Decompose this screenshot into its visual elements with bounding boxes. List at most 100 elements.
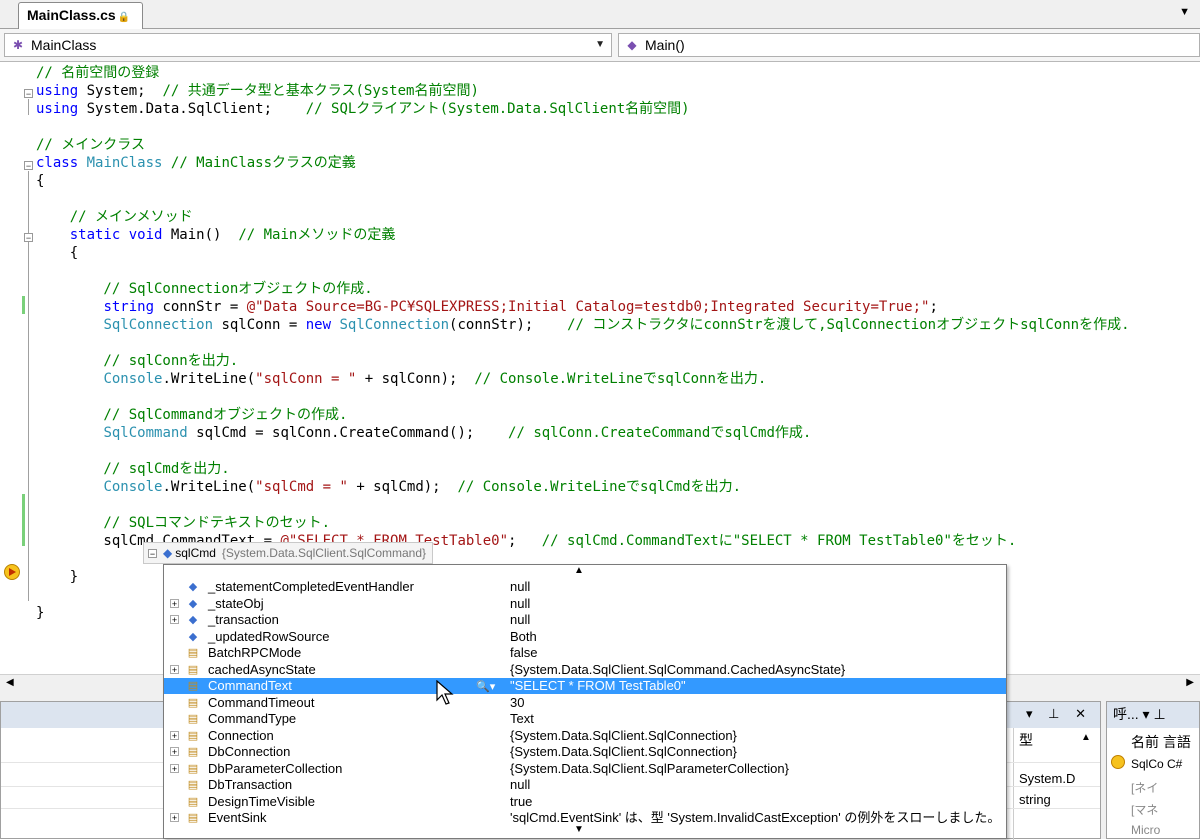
expand-icon[interactable]: + — [170, 813, 179, 823]
code-line[interactable]: SqlConnection sqlConn = new SqlConnectio… — [36, 316, 1129, 334]
code-line[interactable]: // SqlCommandオブジェクトの作成. — [36, 406, 347, 424]
stack-frame[interactable]: [ネイ — [1131, 779, 1158, 796]
change-bar — [22, 494, 25, 546]
member-row[interactable]: + ▤ cachedAsyncState {System.Data.SqlClient… — [164, 662, 1006, 678]
datatip[interactable]: − ◆ sqlCmd {System.Data.SqlClient.SqlComman… — [143, 542, 434, 564]
code-token: // sqlConn.CreateCommandでsqlCmd作成. — [508, 425, 812, 441]
name-column-header[interactable]: 名前 言語 — [1131, 732, 1191, 752]
member-row[interactable]: ▤ DbTransaction null — [164, 777, 1006, 793]
expand-icon[interactable]: + — [170, 598, 179, 608]
code-token: ; — [508, 533, 542, 549]
member-value[interactable]: Text — [510, 711, 534, 727]
member-row[interactable]: ▤ CommandType Text — [164, 711, 1006, 727]
code-line[interactable]: // 名前空間の登録 — [36, 64, 159, 82]
code-token: using — [36, 83, 79, 99]
code-line[interactable]: using System; // 共通データ型と基本クラス(System名前空間… — [36, 82, 479, 100]
code-token: static — [69, 227, 121, 243]
code-line[interactable]: Console.WriteLine("sqlCmd = " + sqlCmd);… — [36, 478, 741, 496]
datatip-member-list[interactable]: ▲ ◆ _statementCompletedEventHandler null + ◆… — [163, 564, 1007, 839]
scroll-left-icon[interactable]: ◀ — [6, 677, 14, 688]
tab-mainclass-cs[interactable]: MainClass.cs 🔒 — [18, 2, 144, 29]
panel-buttons[interactable]: ▾ ⊥ ✕ — [1026, 706, 1092, 722]
datatip-type: {System.Data.SqlClient.SqlCommand} — [221, 546, 427, 560]
code-token: // Console.WriteLineでsqlConnを出力. — [474, 371, 767, 387]
member-row[interactable]: ▤ CommandText 🔍▾ "SELECT * FROM TestTable0" — [164, 678, 1006, 694]
member-value[interactable]: null — [510, 612, 530, 628]
member-row[interactable]: ▤ BatchRPCMode false — [164, 645, 1006, 661]
code-line[interactable]: // SqlConnectionオブジェクトの作成. — [36, 280, 372, 298]
code-token: sqlCmd = sqlConn.CreateCommand(); — [187, 425, 509, 441]
member-value[interactable]: true — [510, 794, 532, 810]
member-value[interactable]: null — [510, 579, 530, 595]
member-combo[interactable]: ◆ Main() — [618, 33, 1200, 57]
member-value[interactable]: null — [510, 596, 530, 612]
member-value[interactable]: "SELECT * FROM TestTable0" — [510, 678, 686, 694]
visualizer-icon[interactable]: 🔍▾ — [476, 679, 495, 695]
member-value[interactable]: Both — [510, 629, 537, 645]
tab-dropdown-icon[interactable]: ▼ — [1179, 6, 1190, 18]
scroll-right-icon[interactable]: ▶ — [1186, 677, 1194, 688]
type-column-header[interactable]: 型 — [1013, 730, 1033, 750]
stack-frame[interactable]: Micro — [1131, 823, 1160, 837]
code-token: Console — [103, 479, 163, 495]
member-row[interactable]: ◆ _statementCompletedEventHandler null — [164, 579, 1006, 595]
code-line[interactable]: string connStr = @"Data Source=BG-PC¥SQL… — [36, 298, 937, 316]
code-line[interactable]: // sqlCmdを出力. — [36, 460, 229, 478]
expand-icon[interactable]: + — [170, 763, 179, 773]
member-value[interactable]: 30 — [510, 695, 524, 711]
code-line[interactable]: SqlCommand sqlCmd = sqlConn.CreateComman… — [36, 424, 811, 442]
code-line[interactable]: // SQLコマンドテキストのセット. — [36, 514, 330, 532]
scroll-up-icon[interactable]: ▲ — [1081, 732, 1091, 743]
member-row[interactable]: ◆ _updatedRowSource Both — [164, 629, 1006, 645]
stack-frame[interactable]: [マネ — [1131, 801, 1158, 818]
member-value[interactable]: false — [510, 645, 537, 661]
code-line[interactable]: // sqlConnを出力. — [36, 352, 238, 370]
scroll-up-icon[interactable]: ▲ — [574, 565, 584, 576]
collapse-class-icon[interactable]: − — [24, 161, 33, 171]
expand-icon[interactable]: + — [170, 747, 179, 757]
code-line[interactable]: } — [36, 568, 78, 586]
collapse-method-icon[interactable]: − — [24, 233, 33, 243]
code-token: "sqlCmd = " — [255, 479, 348, 495]
property-icon: ▤ — [187, 762, 199, 775]
collapse-using-icon[interactable]: − — [24, 89, 33, 99]
member-row[interactable]: ▤ CommandTimeout 30 — [164, 695, 1006, 711]
expand-icon[interactable]: + — [170, 664, 179, 674]
member-row[interactable]: + ▤ Connection {System.Data.SqlClient.SqlCo… — [164, 728, 1006, 744]
member-value[interactable]: null — [510, 777, 530, 793]
code-line[interactable]: // メインメソッド — [36, 208, 193, 226]
expand-icon[interactable]: + — [170, 615, 179, 625]
scroll-down-icon[interactable]: ▼ — [574, 824, 584, 835]
member-row[interactable]: + ▤ DbParameterCollection {System.Data.SqlC… — [164, 761, 1006, 777]
type-cell: System.D — [1019, 771, 1076, 786]
code-line[interactable]: { — [36, 172, 44, 190]
code-line[interactable]: } — [36, 604, 44, 622]
datatip-expand-icon[interactable]: − — [148, 549, 157, 559]
code-token: (connStr); — [449, 317, 568, 333]
stack-frame[interactable]: SqlCo C# — [1131, 757, 1182, 771]
member-row[interactable]: + ◆ _transaction null — [164, 612, 1006, 628]
code-token: SqlCommand — [103, 425, 188, 441]
code-line[interactable]: class MainClass // MainClassクラスの定義 — [36, 154, 356, 172]
code-line[interactable]: // メインクラス — [36, 136, 145, 154]
member-value[interactable]: {System.Data.SqlClient.SqlCommand.Cached… — [510, 662, 845, 678]
chevron-down-icon[interactable]: ▼ — [595, 34, 605, 56]
code-line[interactable]: using System.Data.SqlClient; // SQLクライアン… — [36, 100, 690, 118]
member-row[interactable]: + ◆ _stateObj null — [164, 596, 1006, 612]
member-value[interactable]: {System.Data.SqlClient.SqlConnection} — [510, 744, 737, 760]
member-row[interactable]: + ▤ EventSink'sqlCmd.EventSink' は、型 'Syste… — [164, 810, 1006, 826]
member-value[interactable]: {System.Data.SqlClient.SqlParameterColle… — [510, 761, 789, 777]
member-row[interactable]: ▤ DesignTimeVisible true — [164, 794, 1006, 810]
code-line[interactable]: { — [36, 244, 78, 262]
member-row[interactable]: + ▤ DbConnection {System.Data.SqlClient.Sql… — [164, 744, 1006, 760]
field-icon: ◆ — [163, 546, 173, 560]
indicator-margin[interactable] — [0, 62, 20, 674]
member-value[interactable]: {System.Data.SqlClient.SqlConnection} — [510, 728, 737, 744]
class-combo[interactable]: ✱ MainClass ▼ — [4, 33, 612, 57]
code-line[interactable]: Console.WriteLine("sqlConn = " + sqlConn… — [36, 370, 766, 388]
expand-icon[interactable]: + — [170, 730, 179, 740]
code-token: { — [36, 173, 45, 189]
code-line[interactable]: static void Main() // Mainメソッドの定義 — [36, 226, 396, 244]
member-name: _transaction — [208, 612, 279, 627]
